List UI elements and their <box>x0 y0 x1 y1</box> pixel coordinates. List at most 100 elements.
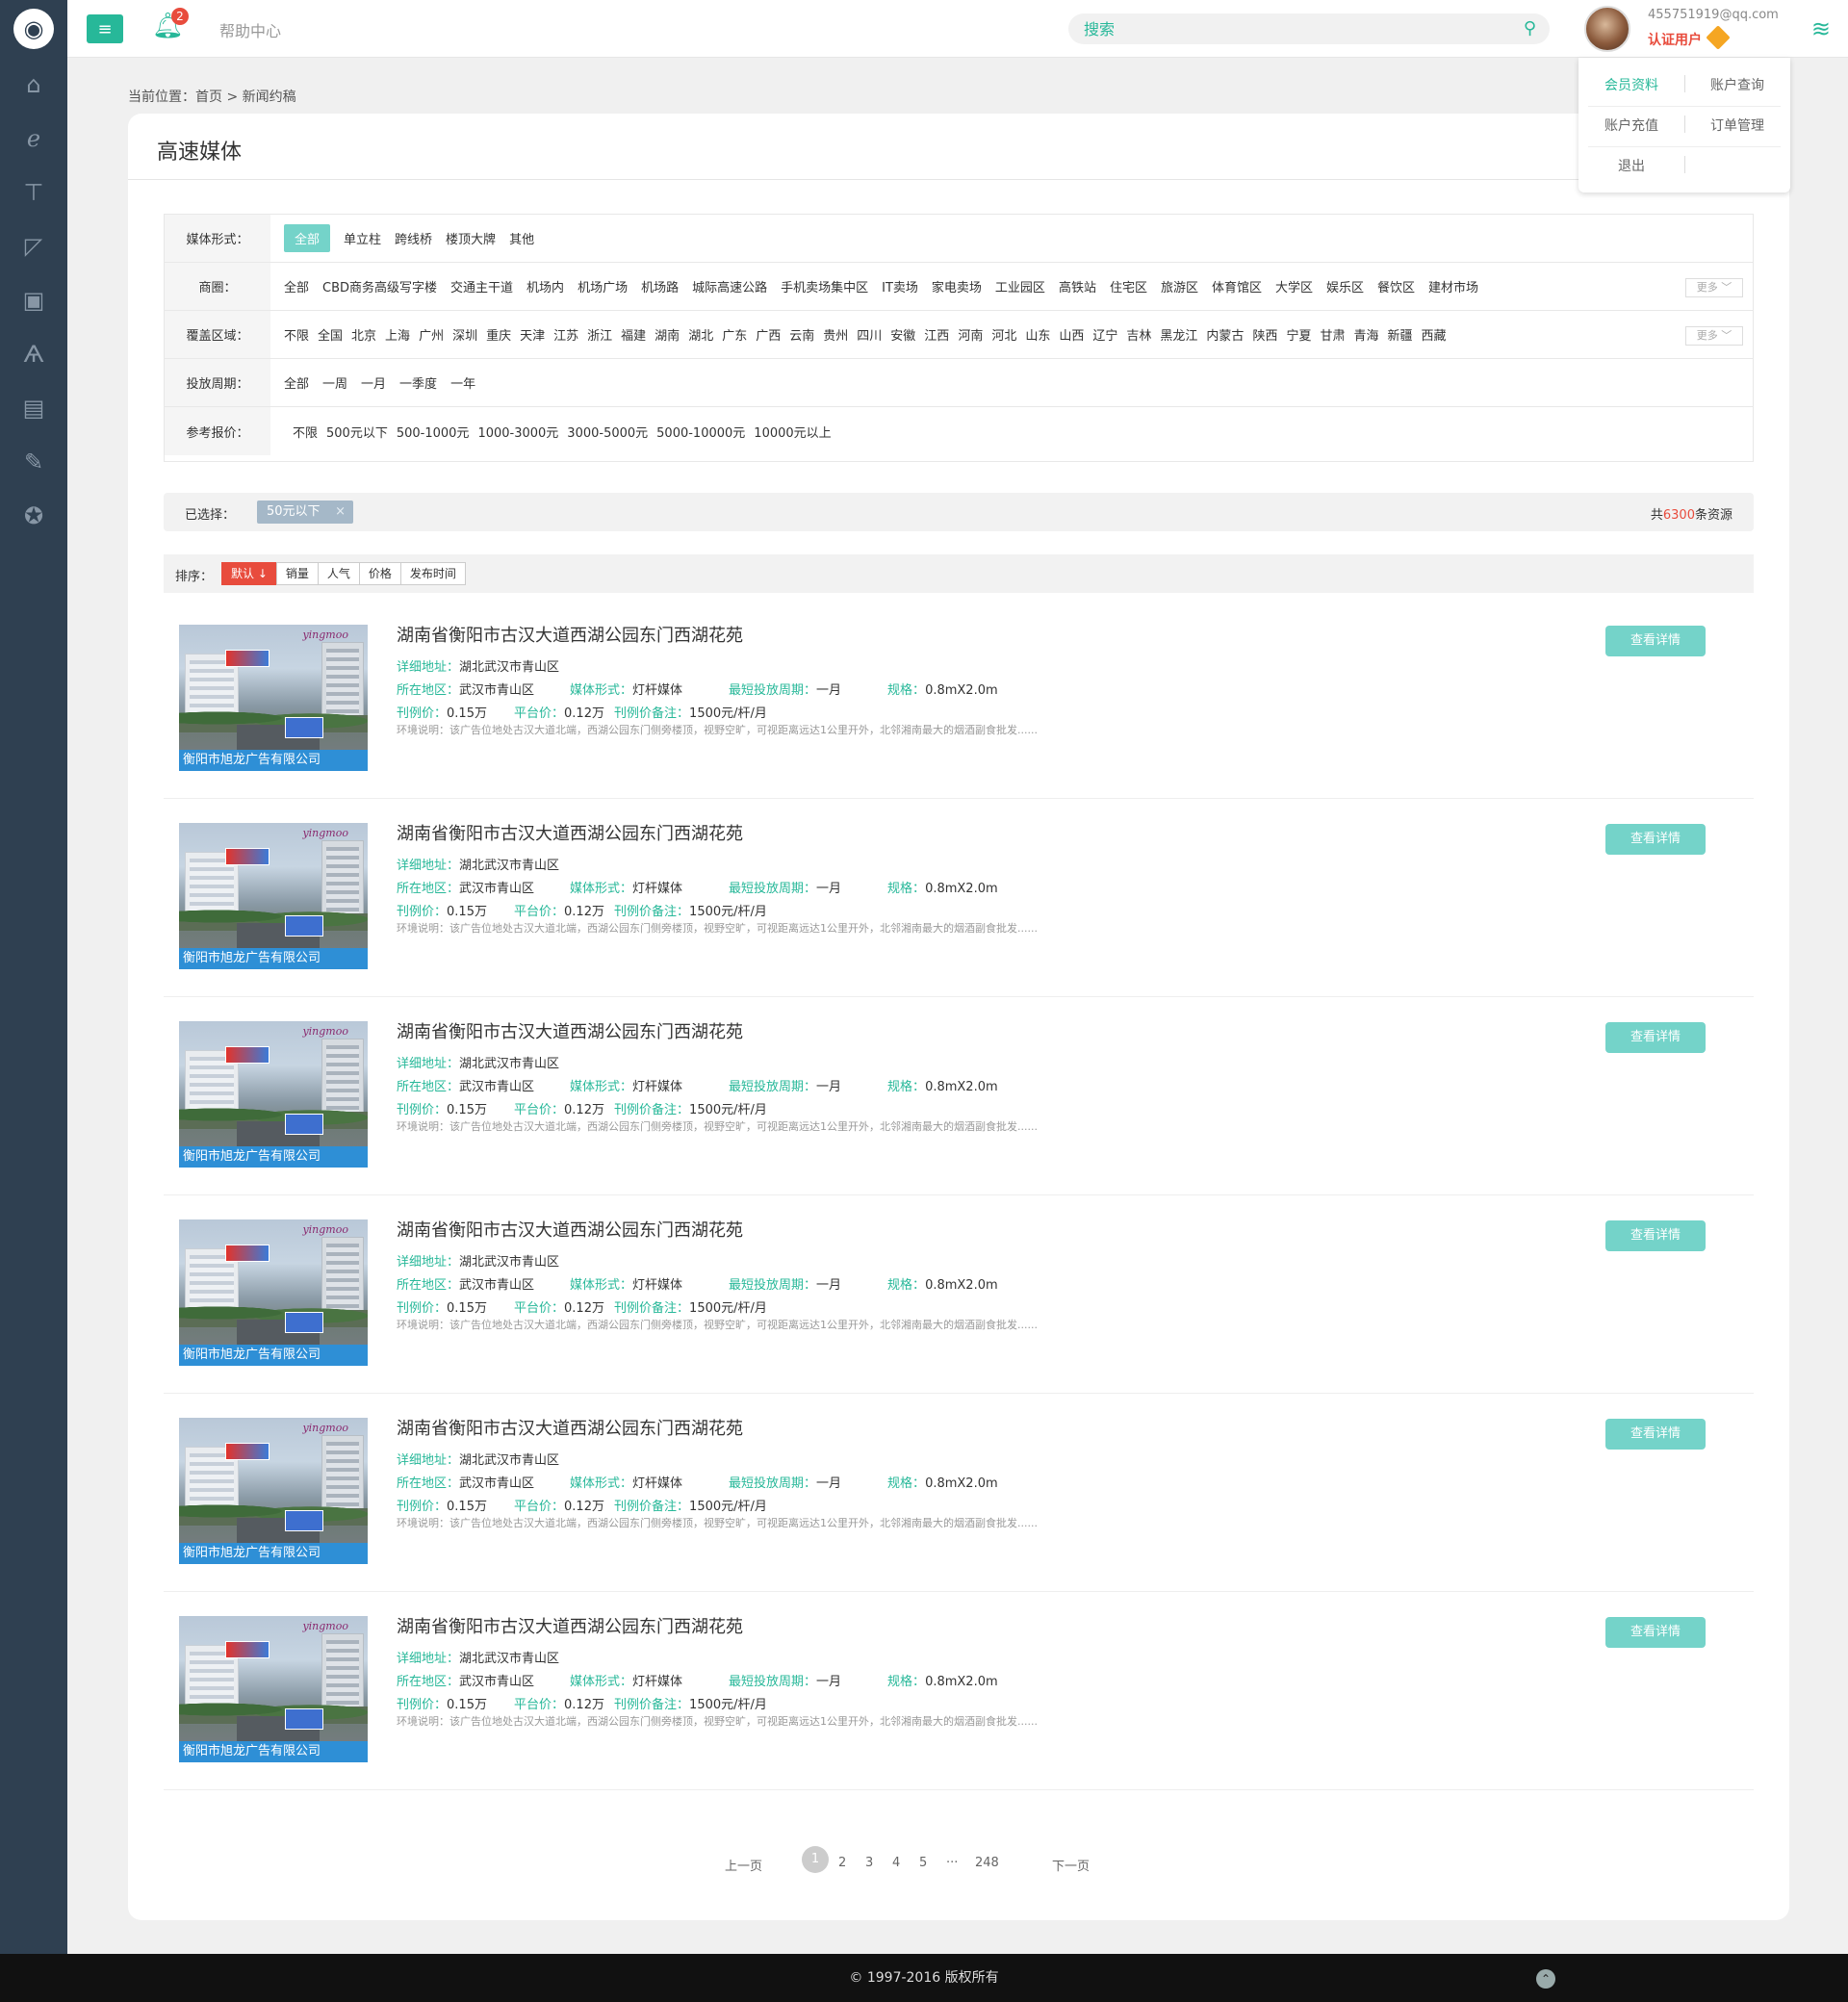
listing-image[interactable]: yingmoo 衡阳市旭龙广告有限公司 <box>179 1616 368 1762</box>
view-details-button[interactable]: 查看详情 <box>1605 1419 1706 1450</box>
listing-title[interactable]: 湖南省衡阳市古汉大道西湖公园东门西湖花苑 <box>397 1613 743 1638</box>
search-input[interactable] <box>1068 13 1550 44</box>
filter-option[interactable]: 旅游区 <box>1161 277 1198 295</box>
filter-option[interactable]: 手机卖场集中区 <box>781 277 868 295</box>
filter-option[interactable]: 黑龙江 <box>1160 325 1197 344</box>
page-number[interactable]: 3 <box>865 1856 873 1870</box>
listing-image[interactable]: yingmoo 衡阳市旭龙广告有限公司 <box>179 1021 368 1168</box>
view-details-button[interactable]: 查看详情 <box>1605 1617 1706 1648</box>
filter-option[interactable]: 陕西 <box>1252 325 1277 344</box>
notification-bell[interactable]: 🔔︎ 2 <box>152 8 189 46</box>
listing-title[interactable]: 湖南省衡阳市古汉大道西湖公园东门西湖花苑 <box>397 622 743 647</box>
avatar[interactable] <box>1584 6 1630 52</box>
filter-option[interactable]: 交通主干道 <box>450 277 513 295</box>
document-icon[interactable]: ▤ <box>0 381 67 435</box>
browser-icon[interactable]: ℯ <box>0 112 67 166</box>
sort-button[interactable]: 发布时间 <box>399 562 466 585</box>
help-center-link[interactable]: 帮助中心 <box>219 18 281 41</box>
filter-option[interactable]: 吉林 <box>1126 325 1151 344</box>
menu-item-profile[interactable]: 会员资料 <box>1583 75 1680 94</box>
filter-option[interactable]: 体育馆区 <box>1212 277 1262 295</box>
menu-toggle-button[interactable]: ≡ <box>87 14 123 43</box>
view-details-button[interactable]: 查看详情 <box>1605 1220 1706 1251</box>
filter-option[interactable]: 家电卖场 <box>932 277 982 295</box>
filter-option[interactable]: 甘肃 <box>1320 325 1345 344</box>
filter-option[interactable]: 山东 <box>1025 325 1050 344</box>
menu-item-logout[interactable]: 退出 <box>1583 156 1680 175</box>
listing-image[interactable]: yingmoo 衡阳市旭龙广告有限公司 <box>179 1219 368 1366</box>
filter-option[interactable]: 贵州 <box>823 325 848 344</box>
filter-option[interactable]: 5000-10000元 <box>656 423 745 441</box>
filter-option[interactable]: 辽宁 <box>1092 325 1117 344</box>
filter-option[interactable]: 工业园区 <box>995 277 1045 295</box>
filter-option[interactable]: 河南 <box>958 325 983 344</box>
filter-option[interactable]: 不限 <box>284 325 309 344</box>
filter-option[interactable]: 广西 <box>756 325 781 344</box>
home-icon[interactable]: ⌂ <box>0 58 67 112</box>
filter-option[interactable]: CBD商务高级写字楼 <box>322 277 437 295</box>
listing-title[interactable]: 湖南省衡阳市古汉大道西湖公园东门西湖花苑 <box>397 1415 743 1440</box>
next-page-button[interactable]: 下一页 <box>1052 1856 1090 1874</box>
listing-title[interactable]: 湖南省衡阳市古汉大道西湖公园东门西湖花苑 <box>397 820 743 845</box>
filter-option[interactable]: 湖北 <box>688 325 713 344</box>
menu-item-account-query[interactable]: 账户查询 <box>1689 75 1785 94</box>
filter-option[interactable]: 浙江 <box>587 325 612 344</box>
billboard-icon[interactable]: ⊤ <box>0 166 67 219</box>
filter-option[interactable]: 广州 <box>419 325 444 344</box>
filter-option[interactable]: 宁夏 <box>1286 325 1311 344</box>
filter-option[interactable]: 建材市场 <box>1428 277 1478 295</box>
filter-option[interactable]: 西藏 <box>1422 325 1447 344</box>
listing-image[interactable]: yingmoo 衡阳市旭龙广告有限公司 <box>179 823 368 969</box>
filter-option[interactable]: 高铁站 <box>1059 277 1096 295</box>
more-button[interactable]: 更多 ﹀ <box>1685 278 1743 297</box>
page-number[interactable]: 4 <box>892 1856 900 1870</box>
filter-option[interactable]: 城际高速公路 <box>692 277 767 295</box>
filter-option[interactable]: 机场广场 <box>578 277 628 295</box>
filter-option[interactable]: 不限 <box>293 423 318 441</box>
star-icon[interactable]: ✪ <box>0 489 67 543</box>
listing-image[interactable]: yingmoo 衡阳市旭龙广告有限公司 <box>179 1418 368 1564</box>
menu-item-orders[interactable]: 订单管理 <box>1689 116 1785 135</box>
filter-option[interactable]: 大学区 <box>1275 277 1313 295</box>
filter-option[interactable]: 餐饮区 <box>1377 277 1415 295</box>
prev-page-button[interactable]: 上一页 <box>725 1856 762 1874</box>
sort-button[interactable]: 默认 ↓ <box>221 562 277 585</box>
filter-option[interactable]: 湖南 <box>654 325 680 344</box>
page-number[interactable]: 5 <box>919 1856 927 1870</box>
page-number[interactable]: 1 <box>802 1846 829 1873</box>
filter-option[interactable]: 全部 <box>284 224 331 252</box>
sort-button[interactable]: 销量 <box>275 562 319 585</box>
antenna-icon[interactable]: Ѧ <box>0 327 67 381</box>
filter-option[interactable]: 一周 <box>322 373 347 392</box>
filter-option[interactable]: 10000元以上 <box>754 423 831 441</box>
filter-option[interactable]: 深圳 <box>452 325 477 344</box>
chart-icon[interactable]: ◸ <box>0 219 67 273</box>
more-button[interactable]: 更多 ﹀ <box>1685 326 1743 346</box>
filter-option[interactable]: 全部 <box>284 373 309 392</box>
filter-option[interactable]: IT卖场 <box>882 277 918 295</box>
back-to-top-icon[interactable]: ⌃ <box>1536 1969 1555 1989</box>
filter-option[interactable]: 江西 <box>924 325 949 344</box>
filter-option[interactable]: 广东 <box>722 325 747 344</box>
logo[interactable]: ◉ <box>0 0 67 58</box>
listing-title[interactable]: 湖南省衡阳市古汉大道西湖公园东门西湖花苑 <box>397 1217 743 1242</box>
view-details-button[interactable]: 查看详情 <box>1605 626 1706 656</box>
filter-option[interactable]: 四川 <box>857 325 882 344</box>
filter-option[interactable]: 全国 <box>318 325 343 344</box>
menu-item-recharge[interactable]: 账户充值 <box>1583 116 1680 135</box>
filter-option[interactable]: 一月 <box>361 373 386 392</box>
sort-button[interactable]: 价格 <box>358 562 401 585</box>
filter-option[interactable]: 江苏 <box>553 325 578 344</box>
filter-option[interactable]: 重庆 <box>486 325 511 344</box>
filter-option[interactable]: 云南 <box>789 325 814 344</box>
filter-option[interactable]: 北京 <box>351 325 376 344</box>
tv-icon[interactable]: ▣ <box>0 273 67 327</box>
filter-option[interactable]: 1000-3000元 <box>477 423 558 441</box>
filter-option[interactable]: 上海 <box>385 325 410 344</box>
filter-option[interactable]: 500-1000元 <box>397 423 470 441</box>
filter-option[interactable]: 3000-5000元 <box>567 423 648 441</box>
layers-icon[interactable]: ≋ <box>1811 15 1831 42</box>
filter-option[interactable]: 500元以下 <box>326 423 388 441</box>
filter-option[interactable]: 一年 <box>450 373 475 392</box>
sort-button[interactable]: 人气 <box>317 562 360 585</box>
